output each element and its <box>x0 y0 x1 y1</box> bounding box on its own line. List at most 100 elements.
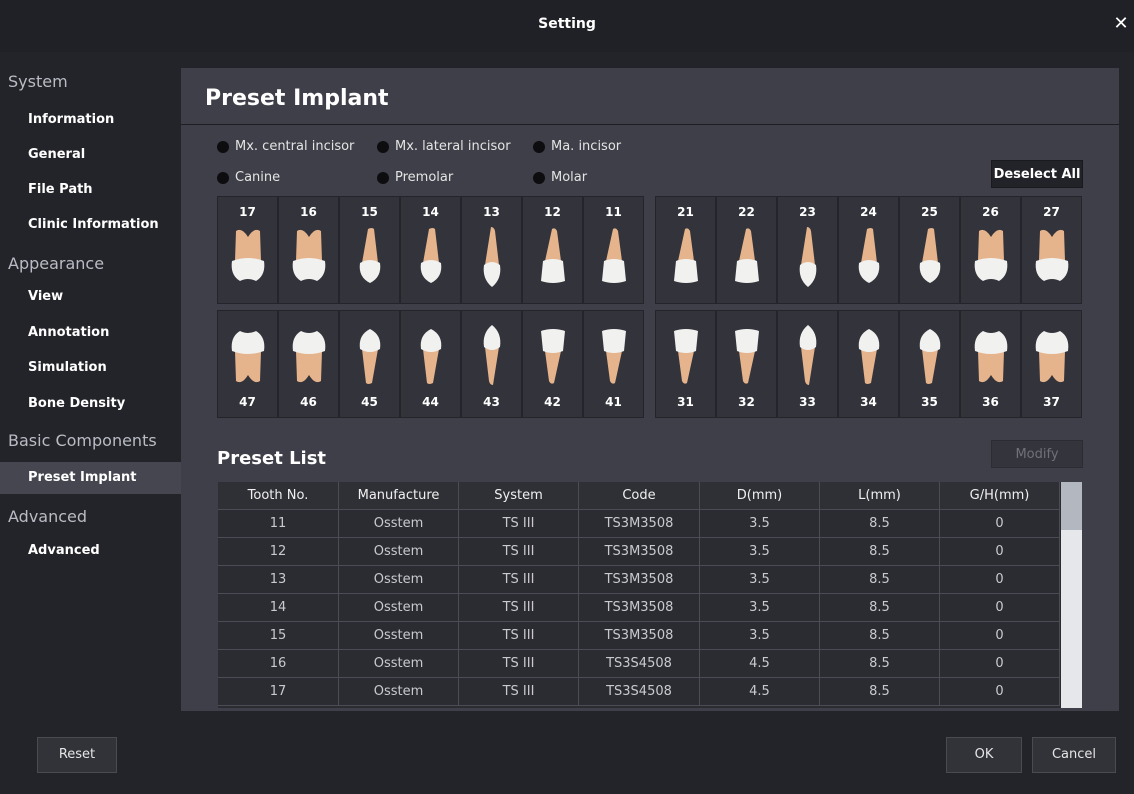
tooth-26[interactable]: 26 <box>960 196 1021 304</box>
tooth-36[interactable]: 36 <box>960 310 1021 418</box>
column-header[interactable]: System <box>459 482 579 510</box>
tooth-number: 41 <box>605 395 622 409</box>
table-cell: 3.5 <box>700 538 820 566</box>
tooth-47[interactable]: 47 <box>217 310 278 418</box>
tooth-15[interactable]: 15 <box>339 196 400 304</box>
table-cell: TS III <box>459 622 579 650</box>
table-cell: 4.5 <box>700 650 820 678</box>
table-cell: 0 <box>940 538 1060 566</box>
table-row[interactable]: 14 Osstem TS III TS3M3508 3.5 8.5 0 <box>218 594 1060 622</box>
tooth-34[interactable]: 34 <box>838 310 899 418</box>
tooth-number: 32 <box>738 395 755 409</box>
table-row[interactable]: 13 Osstem TS III TS3M3508 3.5 8.5 0 <box>218 566 1060 594</box>
filter-ma-incisor[interactable]: Ma. incisor <box>533 138 621 156</box>
sidebar-item-advanced[interactable]: Advanced <box>0 535 181 567</box>
radio-icon <box>377 172 389 184</box>
title-bar: Setting ✕ <box>0 0 1134 52</box>
sidebar-item-bone-density[interactable]: Bone Density <box>0 388 181 420</box>
tooth-number: 16 <box>300 205 317 219</box>
tooth-22[interactable]: 22 <box>716 196 777 304</box>
tooth-number: 37 <box>1043 395 1060 409</box>
radio-icon <box>533 172 545 184</box>
window-title: Setting <box>538 16 596 32</box>
sidebar-item-clinic-information[interactable]: Clinic Information <box>0 209 181 241</box>
tooth-23[interactable]: 23 <box>777 196 838 304</box>
table-cell: TS3M3508 <box>579 566 700 594</box>
tooth-27[interactable]: 27 <box>1021 196 1082 304</box>
table-cell: 8.5 <box>820 594 940 622</box>
tooth-11[interactable]: 11 <box>583 196 644 304</box>
tooth-35[interactable]: 35 <box>899 310 960 418</box>
table-cell: Osstem <box>339 538 459 566</box>
tooth-number: 36 <box>982 395 999 409</box>
table-row[interactable]: 12 Osstem TS III TS3M3508 3.5 8.5 0 <box>218 538 1060 566</box>
sidebar-item-general[interactable]: General <box>0 139 181 171</box>
column-header[interactable]: L(mm) <box>820 482 940 510</box>
column-header[interactable]: Manufacture <box>339 482 459 510</box>
table-cell: 14 <box>218 594 339 622</box>
tooth-33[interactable]: 33 <box>777 310 838 418</box>
tooth-46[interactable]: 46 <box>278 310 339 418</box>
filter-premolar[interactable]: Premolar <box>377 169 453 187</box>
tooth-21[interactable]: 21 <box>655 196 716 304</box>
reset-button[interactable]: Reset <box>37 737 117 773</box>
tooth-42[interactable]: 42 <box>522 310 583 418</box>
tooth-24[interactable]: 24 <box>838 196 899 304</box>
table-cell: 11 <box>218 510 339 538</box>
table-cell: 0 <box>940 594 1060 622</box>
sidebar-item-preset-implant[interactable]: Preset Implant <box>0 462 181 494</box>
sidebar-item-information[interactable]: Information <box>0 104 181 136</box>
tooth-number: 34 <box>860 395 877 409</box>
table-cell: TS3M3508 <box>579 594 700 622</box>
tooth-44[interactable]: 44 <box>400 310 461 418</box>
tooth-25[interactable]: 25 <box>899 196 960 304</box>
filter-molar[interactable]: Molar <box>533 169 587 187</box>
table-cell: 16 <box>218 650 339 678</box>
filter-canine[interactable]: Canine <box>217 169 280 187</box>
table-row[interactable]: 15 Osstem TS III TS3M3508 3.5 8.5 0 <box>218 622 1060 650</box>
sidebar-item-view[interactable]: View <box>0 281 181 313</box>
column-header[interactable]: D(mm) <box>700 482 820 510</box>
tooth-41[interactable]: 41 <box>583 310 644 418</box>
tooth-number: 45 <box>361 395 378 409</box>
tooth-14[interactable]: 14 <box>400 196 461 304</box>
table-row[interactable]: 11 Osstem TS III TS3M3508 3.5 8.5 0 <box>218 510 1060 538</box>
preset-list-title: Preset List <box>217 448 327 469</box>
tooth-number: 44 <box>422 395 439 409</box>
tooth-45[interactable]: 45 <box>339 310 400 418</box>
modify-button[interactable]: Modify <box>991 440 1083 468</box>
filter-mx-central-incisor[interactable]: Mx. central incisor <box>217 138 354 156</box>
cancel-button[interactable]: Cancel <box>1032 737 1116 773</box>
table-cell: TS III <box>459 678 579 706</box>
table-cell: 3.5 <box>700 594 820 622</box>
sidebar-item-simulation[interactable]: Simulation <box>0 352 181 384</box>
table-cell: 3.5 <box>700 510 820 538</box>
table-row[interactable]: 17 Osstem TS III TS3S4508 4.5 8.5 0 <box>218 678 1060 706</box>
settings-window: Setting ✕ System Information General Fil… <box>0 0 1134 794</box>
table-cell: 17 <box>218 678 339 706</box>
tooth-37[interactable]: 37 <box>1021 310 1082 418</box>
tooth-number: 47 <box>239 395 256 409</box>
filter-mx-lateral-incisor[interactable]: Mx. lateral incisor <box>377 138 511 156</box>
tooth-17[interactable]: 17 <box>217 196 278 304</box>
column-header[interactable]: Tooth No. <box>218 482 339 510</box>
table-row[interactable]: 16 Osstem TS III TS3S4508 4.5 8.5 0 <box>218 650 1060 678</box>
tooth-number: 12 <box>544 205 561 219</box>
tooth-13[interactable]: 13 <box>461 196 522 304</box>
tooth-43[interactable]: 43 <box>461 310 522 418</box>
tooth-16[interactable]: 16 <box>278 196 339 304</box>
tooth-31[interactable]: 31 <box>655 310 716 418</box>
radio-icon <box>377 141 389 153</box>
column-header[interactable]: Code <box>579 482 700 510</box>
sidebar-section-system: System <box>8 72 68 91</box>
sidebar-item-file-path[interactable]: File Path <box>0 174 181 206</box>
column-header[interactable]: G/H(mm) <box>940 482 1060 510</box>
sidebar-item-annotation[interactable]: Annotation <box>0 317 181 349</box>
tooth-12[interactable]: 12 <box>522 196 583 304</box>
ok-button[interactable]: OK <box>946 737 1022 773</box>
deselect-all-button[interactable]: Deselect All <box>991 160 1083 188</box>
tooth-32[interactable]: 32 <box>716 310 777 418</box>
table-scrollbar-thumb[interactable] <box>1061 482 1082 530</box>
page-title: Preset Implant <box>205 86 389 111</box>
close-icon[interactable]: ✕ <box>1112 14 1130 34</box>
